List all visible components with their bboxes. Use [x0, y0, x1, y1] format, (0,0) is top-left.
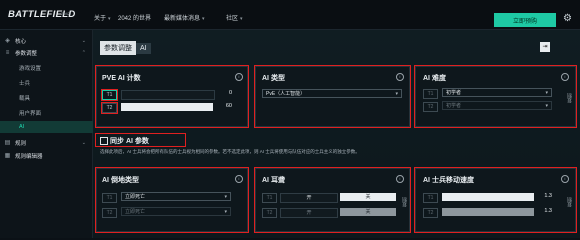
team-t1-label: T1	[262, 193, 277, 203]
pve-ai-t1-slider[interactable]	[121, 90, 215, 100]
chevron-down-icon: ⌄	[81, 38, 86, 44]
gear-icon[interactable]: ⚙	[562, 13, 573, 24]
copy-label[interactable]: 复制	[566, 197, 573, 207]
sidebar-item-label: 核心	[15, 39, 27, 45]
panel-title: AI 士兵移动速度	[423, 177, 474, 184]
panel-title: PVE AI 计数	[102, 75, 141, 82]
down-type-value: 立即死亡	[125, 194, 146, 200]
logo-sub: 2042	[61, 11, 70, 16]
team-t2-label: T2	[423, 102, 438, 112]
gamepad-icon: ◈	[5, 37, 10, 44]
info-icon[interactable]: i	[396, 73, 404, 81]
ai-deaf-t1-off[interactable]: 关	[340, 193, 396, 201]
top-bar	[0, 0, 580, 30]
info-icon[interactable]: i	[561, 175, 569, 183]
chevron-down-icon: ▾	[224, 209, 227, 215]
difficulty-value: 初学者	[446, 90, 462, 96]
breadcrumb-section[interactable]: 参数调整	[100, 41, 136, 55]
difficulty-value: 初学者	[446, 103, 462, 109]
chevron-down-icon: ▾	[202, 16, 205, 22]
exit-icon[interactable]: ⇥	[540, 42, 550, 52]
nav-world[interactable]: 2042 的世界	[118, 13, 151, 22]
ai-type-value: PvE（人工智能）	[266, 91, 306, 97]
preorder-button[interactable]: 立即预购	[494, 13, 556, 27]
chevron-down-icon: ▾	[108, 16, 111, 22]
panel-title: AI 类型	[262, 75, 285, 82]
chevron-down-icon: ▾	[395, 91, 398, 97]
sync-checkbox[interactable]	[100, 137, 108, 145]
nav-community[interactable]: 社区 ▾	[226, 13, 243, 22]
copy-label[interactable]: 复制	[566, 93, 573, 103]
sync-label[interactable]: 同步 AI 参数	[110, 136, 149, 146]
sidebar-item-label: 规则编辑器	[15, 154, 43, 160]
ai-speed-t2-slider[interactable]	[442, 208, 534, 216]
ai-deaf-t2-on[interactable]: 开	[280, 208, 338, 218]
sidebar-item-rule-editor[interactable]: ▦ 规则编辑器	[0, 150, 92, 162]
sidebar-item-core[interactable]: ◈ 核心 ⌄	[0, 35, 92, 47]
breadcrumb-current: AI	[136, 42, 151, 54]
pve-ai-t2-value[interactable]: 60	[218, 103, 232, 109]
ai-difficulty-t1-select[interactable]: 初学者 ▾	[442, 88, 552, 97]
panel-title: AI 倒地类型	[102, 177, 139, 184]
sliders-icon: ≡	[5, 49, 10, 56]
panel-title: AI 难度	[423, 75, 446, 82]
down-type-value: 立即死亡	[125, 209, 146, 215]
nav-media[interactable]: 最新媒体消息 ▾	[164, 13, 205, 22]
ai-type-select[interactable]: PvE（人工智能） ▾	[262, 89, 402, 98]
chevron-down-icon: ▾	[545, 90, 548, 96]
copy-label[interactable]: 复制	[401, 197, 408, 207]
book-icon: ▤	[4, 139, 11, 146]
team-t1-label: T1	[101, 89, 118, 101]
pve-ai-t2-slider[interactable]	[121, 103, 213, 111]
sidebar-item-rules[interactable]: ▤ 规则 ⌄	[0, 137, 92, 149]
ai-deaf-t2-off[interactable]: 关	[340, 208, 396, 216]
chevron-up-icon: ⌃	[81, 50, 86, 56]
ai-speed-t2-value[interactable]: 1.3	[538, 208, 552, 214]
sync-description: 选择此项后，AI 士兵将会把所有队伍的士兵视为相同的参数。若不选定此项，则 AI…	[100, 149, 360, 154]
ai-speed-t1-value[interactable]: 1.3	[538, 193, 552, 199]
pve-ai-t1-value[interactable]: 0	[218, 90, 232, 96]
chevron-down-icon: ▾	[545, 103, 548, 109]
chevron-down-icon: ▾	[240, 16, 243, 22]
breadcrumb: 参数调整 AI	[100, 41, 151, 55]
sidebar-item-tuning[interactable]: ≡ 参数调整 ⌃	[0, 47, 92, 59]
nav-about[interactable]: 关于 ▾	[94, 13, 111, 22]
ai-difficulty-t2-select[interactable]: 初学者 ▾	[442, 101, 552, 110]
chevron-down-icon: ▾	[224, 194, 227, 200]
ai-down-t1-select[interactable]: 立即死亡 ▾	[121, 192, 231, 201]
sidebar-item-label: 规则	[15, 141, 27, 147]
info-icon[interactable]: i	[235, 175, 243, 183]
team-t2-label: T2	[102, 208, 117, 218]
chevron-down-icon: ⌄	[81, 140, 86, 146]
ai-down-t2-select[interactable]: 立即死亡 ▾	[121, 207, 231, 216]
info-icon[interactable]: i	[561, 73, 569, 81]
team-t2-label: T2	[423, 208, 438, 218]
team-t2-label: T2	[262, 208, 277, 218]
sidebar-item-label: 参数调整	[15, 51, 38, 57]
ai-speed-t1-slider[interactable]	[442, 193, 534, 201]
info-icon[interactable]: i	[235, 73, 243, 81]
team-t2-label: T2	[101, 102, 118, 114]
info-icon[interactable]: i	[396, 175, 404, 183]
team-t1-label: T1	[423, 193, 438, 203]
panel-title: AI 耳聋	[262, 177, 285, 184]
team-t1-label: T1	[423, 89, 438, 99]
team-t1-label: T1	[102, 193, 117, 203]
blocks-icon: ▦	[4, 152, 11, 159]
ai-deaf-t1-on[interactable]: 开	[280, 193, 338, 203]
